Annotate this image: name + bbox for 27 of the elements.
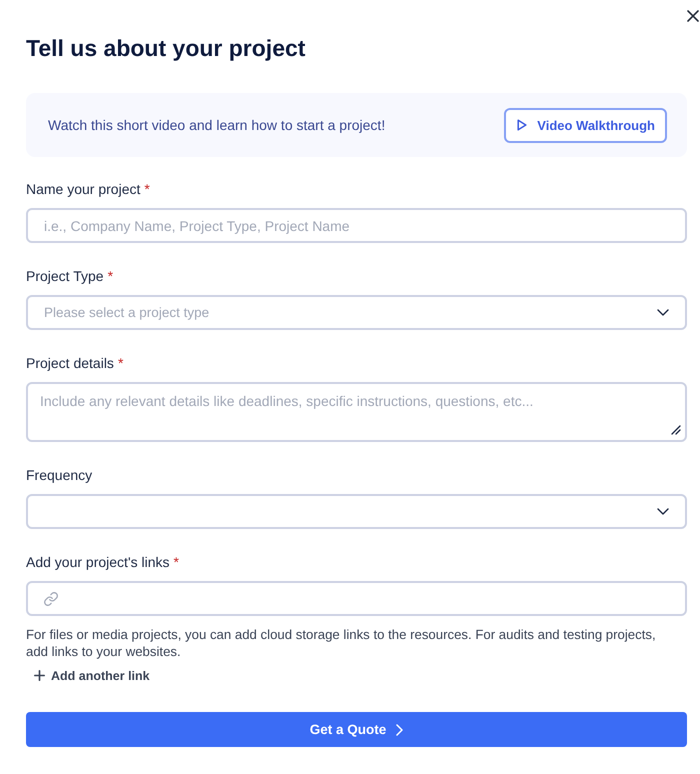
required-mark: * bbox=[108, 268, 114, 284]
get-quote-button[interactable]: Get a Quote bbox=[26, 712, 687, 747]
field-label: Project details bbox=[26, 355, 114, 371]
video-walkthrough-button[interactable]: Video Walkthrough bbox=[504, 108, 667, 142]
text-input[interactable]: i.e., Company Name, Project Type, Project Name bbox=[26, 208, 687, 243]
link-input-field[interactable] bbox=[26, 581, 687, 616]
field-label: Frequency bbox=[26, 467, 92, 483]
chevron-down-icon bbox=[657, 309, 669, 316]
close-icon[interactable] bbox=[687, 10, 699, 22]
dialog-title: Tell us about your project bbox=[26, 34, 306, 62]
field-label: Name your project bbox=[26, 181, 140, 197]
play-icon bbox=[517, 119, 528, 131]
field-label: Add your project's links bbox=[26, 554, 170, 570]
textarea-field[interactable]: Include any relevant details like deadlines, specific instructions, questions, etc... bbox=[26, 382, 687, 442]
link-icon bbox=[44, 592, 58, 606]
resize-grip-icon[interactable] bbox=[671, 425, 681, 435]
help-text: For files or media projects, you can add cloud storage links to the resources. For audits and testing projects, add links to your websites. bbox=[26, 626, 657, 660]
plus-icon bbox=[34, 670, 45, 681]
add-link-button[interactable]: Add another link bbox=[26, 666, 150, 685]
required-mark: * bbox=[144, 181, 150, 197]
field-label: Project Type bbox=[26, 268, 104, 284]
required-mark: * bbox=[174, 554, 179, 570]
chevron-right-icon bbox=[396, 724, 404, 736]
chevron-down-icon bbox=[657, 508, 669, 515]
banner-text: Watch this short video and learn how to start a project! bbox=[48, 117, 386, 133]
select-field[interactable] bbox=[26, 494, 687, 529]
required-mark: * bbox=[118, 355, 124, 371]
